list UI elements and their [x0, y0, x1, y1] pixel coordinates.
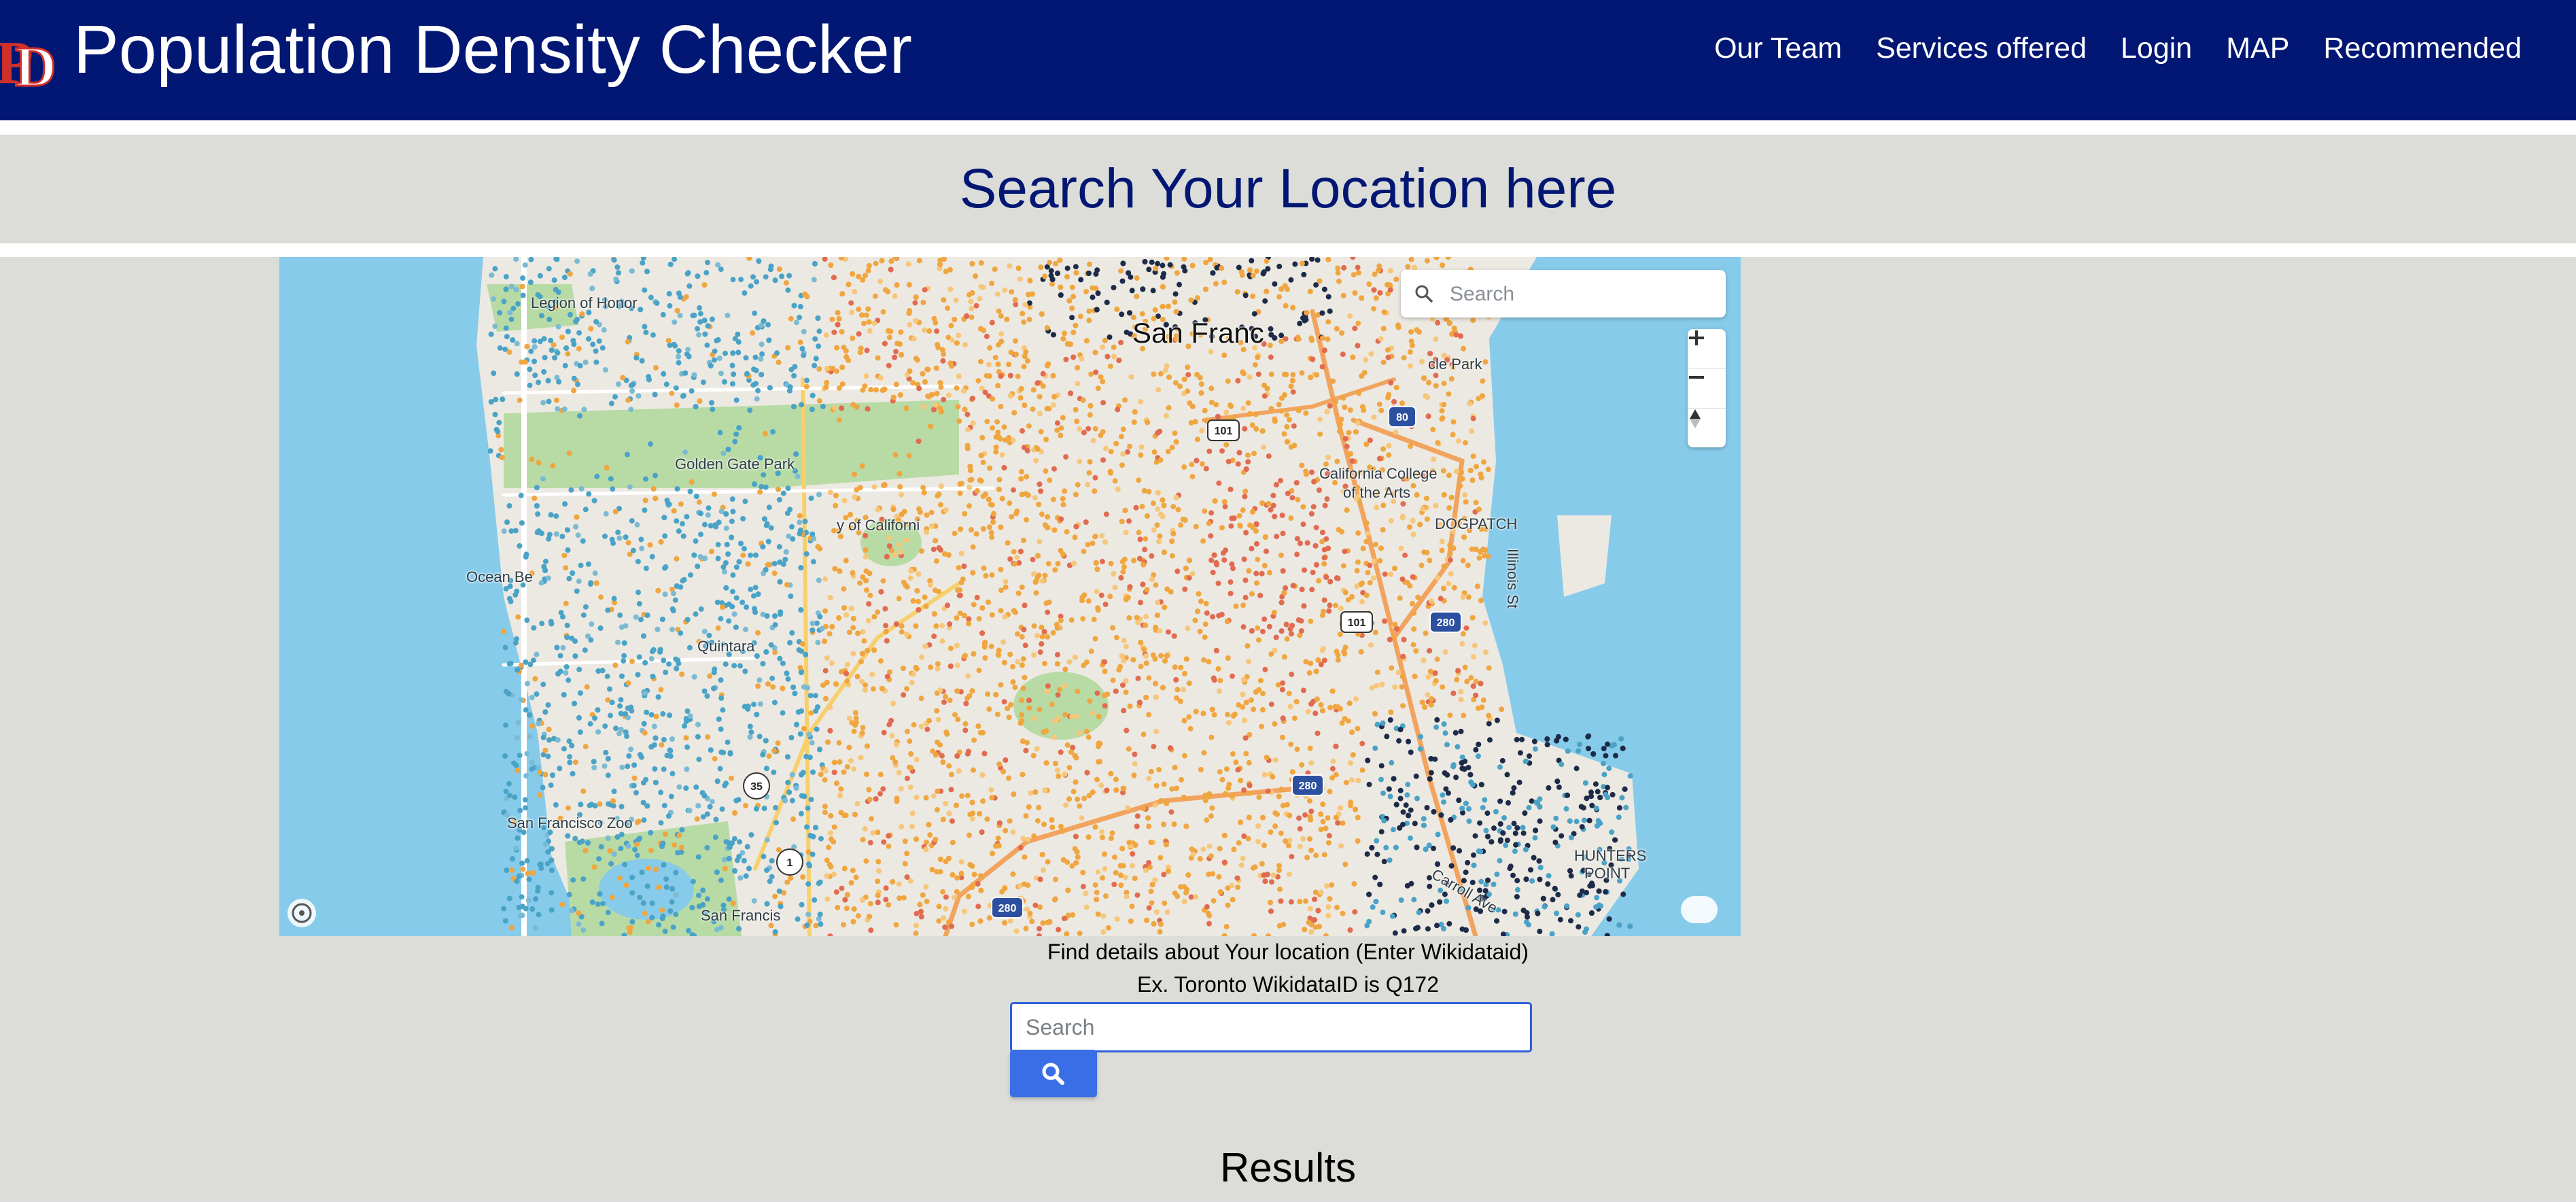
site-header: P D Population Density Checker Our Team … [0, 0, 2576, 120]
pd-logo: P D [0, 29, 54, 95]
nav-login[interactable]: Login [2121, 27, 2192, 69]
nav-our-team[interactable]: Our Team [1714, 27, 1842, 69]
hero-section: Search Your Location here [0, 135, 2576, 243]
main-nav: Our Team Services offered Login MAP Reco… [1714, 27, 2522, 69]
nav-services[interactable]: Services offered [1876, 27, 2087, 69]
nav-map[interactable]: MAP [2226, 27, 2289, 69]
map-view[interactable]: Legion of Honor San Franc cle Park Golde… [279, 257, 1741, 936]
nav-recommended[interactable]: Recommended [2323, 27, 2522, 69]
divider-top [0, 120, 2576, 135]
site-title: Population Density Checker [73, 12, 912, 88]
divider-bottom [0, 243, 2576, 257]
hero-title: Search Your Location here [959, 158, 1617, 220]
